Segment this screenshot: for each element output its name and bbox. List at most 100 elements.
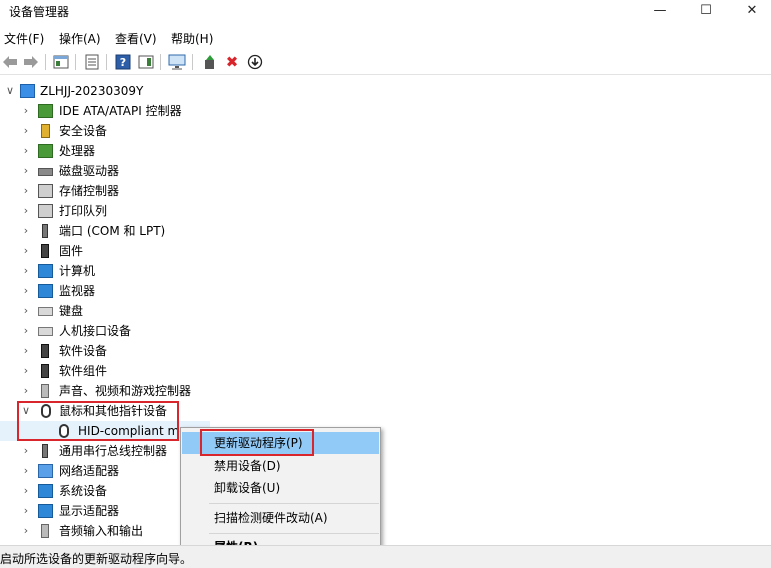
collapsed-chevron-icon[interactable]: ›	[20, 501, 32, 521]
uninstall-icon[interactable]: ✖	[223, 53, 241, 71]
ide-controller-icon	[38, 104, 53, 118]
tree-item-label: 系统设备	[59, 484, 108, 498]
collapsed-chevron-icon[interactable]: ›	[20, 481, 32, 501]
collapsed-chevron-icon[interactable]: ›	[20, 441, 32, 461]
tree-item-monitor[interactable]: › 监视器	[0, 281, 240, 301]
status-text: 启动所选设备的更新驱动程序向导。	[0, 552, 193, 566]
close-button[interactable]: ✕	[729, 0, 771, 22]
collapsed-chevron-icon[interactable]: ›	[20, 361, 32, 381]
tree-item-computer[interactable]: › 计算机	[0, 261, 240, 281]
tree-item-label: 存储控制器	[59, 184, 120, 198]
context-item-scan-hardware[interactable]: 扫描检测硬件改动(A)	[182, 507, 379, 529]
tree-item-firmware[interactable]: › 固件	[0, 241, 240, 261]
collapsed-chevron-icon[interactable]: ›	[20, 241, 32, 261]
tree-item-label: 声音、视频和游戏控制器	[59, 384, 192, 398]
tree-item-processor[interactable]: › 处理器	[0, 141, 240, 161]
firmware-icon	[41, 244, 49, 258]
computer-icon	[20, 84, 35, 98]
collapsed-chevron-icon[interactable]: ›	[20, 221, 32, 241]
collapsed-chevron-icon[interactable]: ›	[20, 521, 32, 541]
show-hide-console-tree-icon[interactable]	[52, 53, 70, 71]
collapsed-chevron-icon[interactable]: ›	[20, 281, 32, 301]
collapsed-chevron-icon[interactable]: ›	[20, 101, 32, 121]
software-component-icon	[41, 364, 49, 378]
menu-bar: 文件(F) 操作(A) 查看(V) 帮助(H)	[0, 27, 771, 49]
tree-item-label: 处理器	[59, 144, 96, 158]
tree-item-label: 端口 (COM 和 LPT)	[59, 224, 166, 238]
collapsed-chevron-icon[interactable]: ›	[20, 161, 32, 181]
maximize-button[interactable]: ☐	[683, 0, 729, 22]
tree-item-label: 磁盘驱动器	[59, 164, 120, 178]
collapsed-chevron-icon[interactable]: ›	[20, 201, 32, 221]
device-tree[interactable]: ∨ ZLHJJ-20230309Y › IDE ATA/ATAPI 控制器 › …	[0, 78, 771, 544]
menu-action[interactable]: 操作(A)	[59, 30, 101, 47]
hid-icon	[38, 327, 53, 336]
forward-icon[interactable]	[22, 53, 40, 71]
highlight-box-mouse-category	[17, 401, 179, 441]
enable-device-icon[interactable]	[246, 53, 264, 71]
tree-item-label: 监视器	[59, 284, 96, 298]
printer-icon	[38, 204, 53, 218]
tree-item-label: 固件	[59, 244, 84, 258]
tree-item-disk[interactable]: › 磁盘驱动器	[0, 161, 240, 181]
collapsed-chevron-icon[interactable]: ›	[20, 181, 32, 201]
disk-drive-icon	[38, 168, 53, 176]
tree-item-label: IDE ATA/ATAPI 控制器	[59, 104, 182, 118]
collapsed-chevron-icon[interactable]: ›	[20, 121, 32, 141]
tree-item-sound[interactable]: › 声音、视频和游戏控制器	[0, 381, 240, 401]
title-bar: 设备管理器 — ☐ ✕	[0, 0, 771, 22]
tree-item-ide[interactable]: › IDE ATA/ATAPI 控制器	[0, 101, 240, 121]
collapsed-chevron-icon[interactable]: ›	[20, 321, 32, 341]
context-separator	[209, 533, 379, 534]
collapsed-chevron-icon[interactable]: ›	[20, 301, 32, 321]
minimize-button[interactable]: —	[637, 0, 683, 22]
svg-text:?: ?	[120, 56, 126, 69]
tree-root-label: ZLHJJ-20230309Y	[40, 84, 144, 98]
context-item-disable-device[interactable]: 禁用设备(D)	[182, 455, 379, 477]
context-separator	[209, 503, 379, 504]
tree-item-print-queue[interactable]: › 打印队列	[0, 201, 240, 221]
back-icon[interactable]	[1, 53, 19, 71]
tree-item-hid[interactable]: › 人机接口设备	[0, 321, 240, 341]
collapsed-chevron-icon[interactable]: ›	[20, 461, 32, 481]
speaker-icon	[41, 524, 49, 538]
software-device-icon	[41, 344, 49, 358]
collapsed-chevron-icon[interactable]: ›	[20, 141, 32, 161]
storage-controller-icon	[38, 184, 53, 198]
tree-item-label: 计算机	[59, 264, 96, 278]
properties-icon[interactable]	[83, 53, 101, 71]
expanded-chevron-icon[interactable]: ∨	[4, 81, 16, 101]
collapsed-chevron-icon[interactable]: ›	[20, 341, 32, 361]
monitor-icon	[38, 284, 53, 298]
tree-item-storage[interactable]: › 存储控制器	[0, 181, 240, 201]
context-item-uninstall-device[interactable]: 卸载设备(U)	[182, 477, 379, 499]
window-title: 设备管理器	[9, 5, 70, 19]
keyboard-icon	[38, 307, 53, 316]
menu-file[interactable]: 文件(F)	[4, 30, 44, 47]
computer-icon	[38, 264, 53, 278]
scan-hardware-icon[interactable]	[168, 53, 186, 71]
port-icon	[42, 224, 48, 238]
highlight-box-update-driver	[200, 429, 314, 456]
collapsed-chevron-icon[interactable]: ›	[20, 261, 32, 281]
tree-item-software-component[interactable]: › 软件组件	[0, 361, 240, 381]
help-icon[interactable]: ?	[114, 53, 132, 71]
tree-item-label: 键盘	[59, 304, 84, 318]
tree-root[interactable]: ∨ ZLHJJ-20230309Y	[0, 81, 240, 101]
processor-icon	[38, 144, 53, 158]
update-driver-icon[interactable]	[201, 53, 219, 71]
tree-item-ports[interactable]: › 端口 (COM 和 LPT)	[0, 221, 240, 241]
tree-item-security[interactable]: › 安全设备	[0, 121, 240, 141]
network-adapter-icon	[38, 464, 53, 478]
system-device-icon	[38, 484, 53, 498]
security-device-icon	[41, 124, 50, 138]
tree-item-label: 打印队列	[59, 204, 108, 218]
display-adapter-icon	[38, 504, 53, 518]
tree-item-keyboard[interactable]: › 键盘	[0, 301, 240, 321]
menu-help[interactable]: 帮助(H)	[171, 30, 213, 47]
tree-item-software-device[interactable]: › 软件设备	[0, 341, 240, 361]
collapsed-chevron-icon[interactable]: ›	[20, 381, 32, 401]
menu-view[interactable]: 查看(V)	[115, 30, 157, 47]
status-bar: 启动所选设备的更新驱动程序向导。	[0, 545, 771, 568]
action-pane-icon[interactable]	[137, 53, 155, 71]
